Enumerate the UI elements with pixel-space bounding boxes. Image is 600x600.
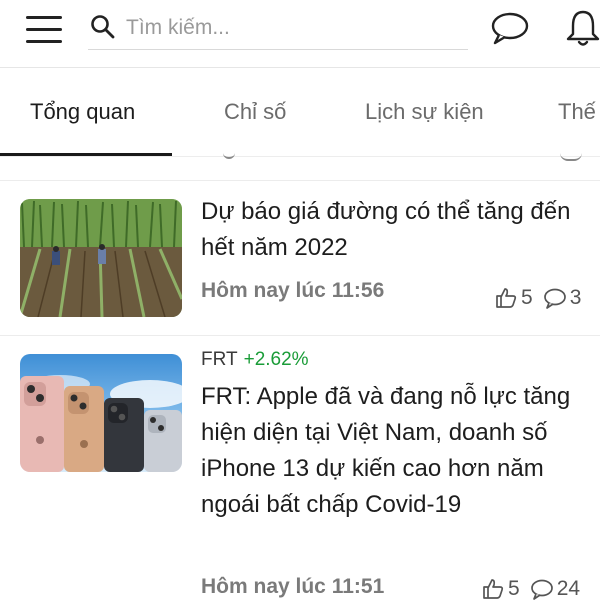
article-thumbnail — [20, 354, 182, 472]
like-button[interactable]: 5 — [494, 286, 533, 310]
article-title[interactable]: FRT: Apple đã và đang nỗ lực tăng hiện d… — [201, 379, 581, 523]
comment-count: 24 — [556, 577, 581, 600]
scrolled-article-remnant — [0, 157, 600, 181]
article-stats: 5 3 — [494, 286, 591, 310]
ticker-info[interactable]: FRT +2.62% — [201, 349, 309, 371]
article-timestamp: Hôm nay lúc 11:51 — [201, 575, 385, 598]
tab-world[interactable]: Thế — [558, 99, 596, 125]
thumbs-up-icon — [496, 288, 517, 308]
news-article[interactable]: FRT +2.62% FRT: Apple đã và đang nỗ lực t… — [0, 337, 600, 600]
article-stats: 5 24 — [481, 577, 590, 600]
menu-icon[interactable] — [26, 14, 64, 46]
ticker-change: +2.62% — [243, 349, 309, 370]
tab-overview[interactable]: Tổng quan — [30, 99, 135, 125]
tab-bar: Tổng quan Chỉ số Lịch sự kiện Thế — [0, 69, 600, 157]
like-button[interactable]: 5 — [481, 577, 520, 600]
comment-button[interactable]: 24 — [530, 577, 580, 600]
like-count: 5 — [521, 286, 533, 309]
top-bar — [0, 0, 600, 68]
tab-event-calendar[interactable]: Lịch sự kiện — [365, 99, 484, 125]
search-icon — [91, 15, 115, 39]
article-title[interactable]: Dự báo giá đường có thể tăng đến hết năm… — [201, 194, 581, 266]
comment-icon — [543, 288, 566, 309]
comment-count: 3 — [569, 286, 582, 309]
article-thumbnail — [20, 199, 182, 317]
news-article[interactable]: Dự báo giá đường có thể tăng đến hết năm… — [0, 182, 600, 336]
like-count: 5 — [508, 577, 520, 600]
thumbs-up-icon — [483, 579, 504, 599]
article-timestamp: Hôm nay lúc 11:56 — [201, 279, 385, 302]
chat-icon[interactable] — [490, 10, 530, 46]
comment-button[interactable]: 3 — [543, 286, 582, 310]
bell-icon[interactable] — [565, 8, 600, 48]
ticker-symbol[interactable]: FRT — [201, 349, 238, 370]
active-tab-indicator — [0, 153, 172, 156]
comment-icon — [530, 579, 553, 600]
search-bar — [88, 8, 468, 50]
tab-indices[interactable]: Chỉ số — [224, 99, 286, 125]
search-input[interactable] — [126, 12, 456, 44]
